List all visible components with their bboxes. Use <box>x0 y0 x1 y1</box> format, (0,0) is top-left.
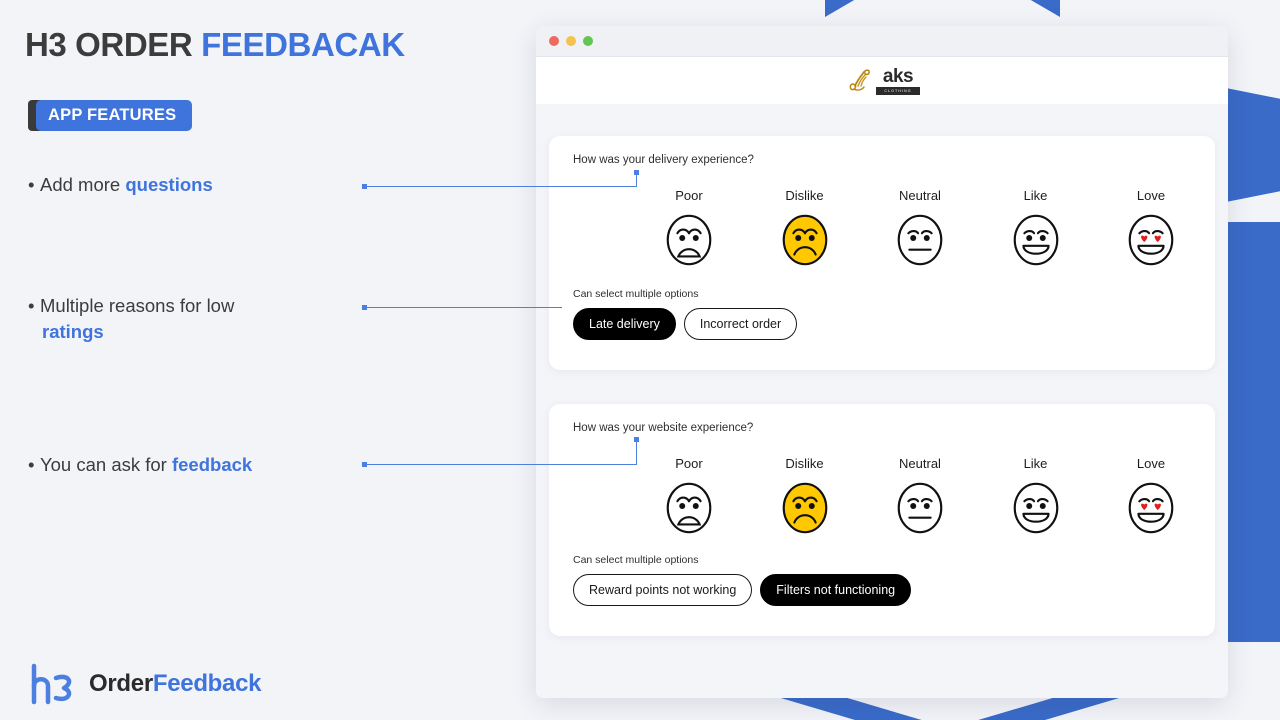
feature-2-highlight: ratings <box>42 321 104 342</box>
rating-option-neutral[interactable]: Neutral <box>874 456 966 536</box>
brand-order-word: Order <box>89 670 153 697</box>
connector-line-1 <box>362 170 640 192</box>
reason-chips-row: Late delivery Incorrect order <box>573 308 798 340</box>
aks-brand-name: aks <box>882 66 914 88</box>
site-header: aks CLOTHING <box>536 57 1228 104</box>
aks-calligraphy-icon <box>849 68 870 91</box>
rating-option-label: Like <box>1023 188 1048 203</box>
left-panel: H3 ORDER FEEDBACAK APP FEATURES • Add mor… <box>0 0 540 720</box>
feature-1-text: Add more <box>40 174 126 195</box>
love-face-icon[interactable] <box>1122 210 1180 268</box>
neutral-face-icon[interactable] <box>891 478 949 536</box>
rating-option-label: Love <box>1136 456 1166 471</box>
rating-option-poor[interactable]: Poor <box>643 188 735 268</box>
question-label: How was your delivery experience? <box>573 154 754 166</box>
badge-label: APP FEATURES <box>36 100 193 131</box>
poor-face-icon[interactable] <box>660 478 718 536</box>
question-label: How was your website experience? <box>573 422 754 434</box>
rating-option-label: Neutral <box>899 188 941 203</box>
brand-feedback-word: Feedback <box>152 670 262 697</box>
feedback-card-delivery: How was your delivery experience? Poor D… <box>549 136 1215 370</box>
like-face-icon[interactable] <box>1007 478 1065 536</box>
bullet-marker: • <box>28 454 35 475</box>
rating-option-poor[interactable]: Poor <box>643 456 735 536</box>
rating-option-label: Dislike <box>785 188 824 203</box>
bullet-marker: • <box>28 174 35 195</box>
feature-bullet-3: • You can ask for feedback <box>28 452 358 478</box>
feature-bullet-1: • Add more questions <box>28 172 358 198</box>
rating-option-like[interactable]: Like <box>990 456 1082 536</box>
rating-option-label: Poor <box>675 456 703 471</box>
rating-faces-row: Poor Dislike Neutral Like Love <box>643 456 1197 536</box>
brand-logo: OrderFeedback <box>28 662 261 706</box>
dislike-face-icon[interactable] <box>776 478 834 536</box>
page-title: H3 ORDER FEEDBACAK <box>25 26 405 64</box>
page-title-dark: H3 ORDER <box>25 26 202 63</box>
feature-1-highlight: questions <box>125 174 213 195</box>
rating-option-label: Like <box>1023 456 1048 471</box>
brand-wordmark: OrderFeedback <box>89 670 261 698</box>
reason-chip[interactable]: Incorrect order <box>683 308 798 340</box>
connector-line-3 <box>362 437 640 469</box>
aks-brand-subtitle: CLOTHING <box>876 87 920 95</box>
multi-select-hint: Can select multiple options <box>573 288 699 300</box>
page-title-highlight: FEEDBACAK <box>201 26 405 63</box>
rating-option-label: Neutral <box>899 456 941 471</box>
aks-wordmark: aks CLOTHING <box>876 66 920 95</box>
reason-chip[interactable]: Late delivery <box>573 308 676 340</box>
poor-face-icon[interactable] <box>660 210 718 268</box>
like-face-icon[interactable] <box>1007 210 1065 268</box>
connector-line-2 <box>362 305 562 311</box>
rating-faces-row: Poor Dislike Neutral Like Love <box>643 188 1197 268</box>
rating-option-dislike[interactable]: Dislike <box>759 456 851 536</box>
rating-option-love[interactable]: Love <box>1105 188 1197 268</box>
rating-option-neutral[interactable]: Neutral <box>874 188 966 268</box>
rating-option-dislike[interactable]: Dislike <box>759 188 851 268</box>
reason-chips-row: Reward points not working Filters not fun… <box>573 574 912 606</box>
rating-option-label: Dislike <box>785 456 824 471</box>
rating-option-label: Love <box>1136 188 1166 203</box>
reason-chip[interactable]: Filters not functioning <box>760 574 912 606</box>
rating-option-like[interactable]: Like <box>990 188 1082 268</box>
rating-option-label: Poor <box>675 188 703 203</box>
aks-logo: aks CLOTHING <box>848 67 920 95</box>
browser-titlebar <box>536 26 1228 57</box>
window-close-button[interactable] <box>549 36 559 46</box>
neutral-face-icon[interactable] <box>891 210 949 268</box>
h3-logo-icon <box>31 663 72 705</box>
decorative-chevron-top <box>825 0 1060 17</box>
feature-2-text: Multiple reasons for low <box>40 295 235 316</box>
multi-select-hint: Can select multiple options <box>573 554 699 566</box>
bullet-marker: • <box>28 295 35 316</box>
window-zoom-button[interactable] <box>583 36 593 46</box>
app-features-badge: APP FEATURES <box>28 100 193 131</box>
dislike-face-icon[interactable] <box>776 210 834 268</box>
window-minimize-button[interactable] <box>566 36 576 46</box>
feature-3-text: You can ask for <box>40 454 172 475</box>
feedback-card-website: How was your website experience? Poor Di… <box>549 404 1215 636</box>
rating-option-love[interactable]: Love <box>1105 456 1197 536</box>
feature-bullet-2: • Multiple reasons for low ratings <box>28 293 358 345</box>
browser-window: aks CLOTHING How was your delivery exper… <box>536 26 1228 698</box>
feature-3-highlight: feedback <box>171 454 253 475</box>
reason-chip[interactable]: Reward points not working <box>573 574 753 606</box>
love-face-icon[interactable] <box>1122 478 1180 536</box>
